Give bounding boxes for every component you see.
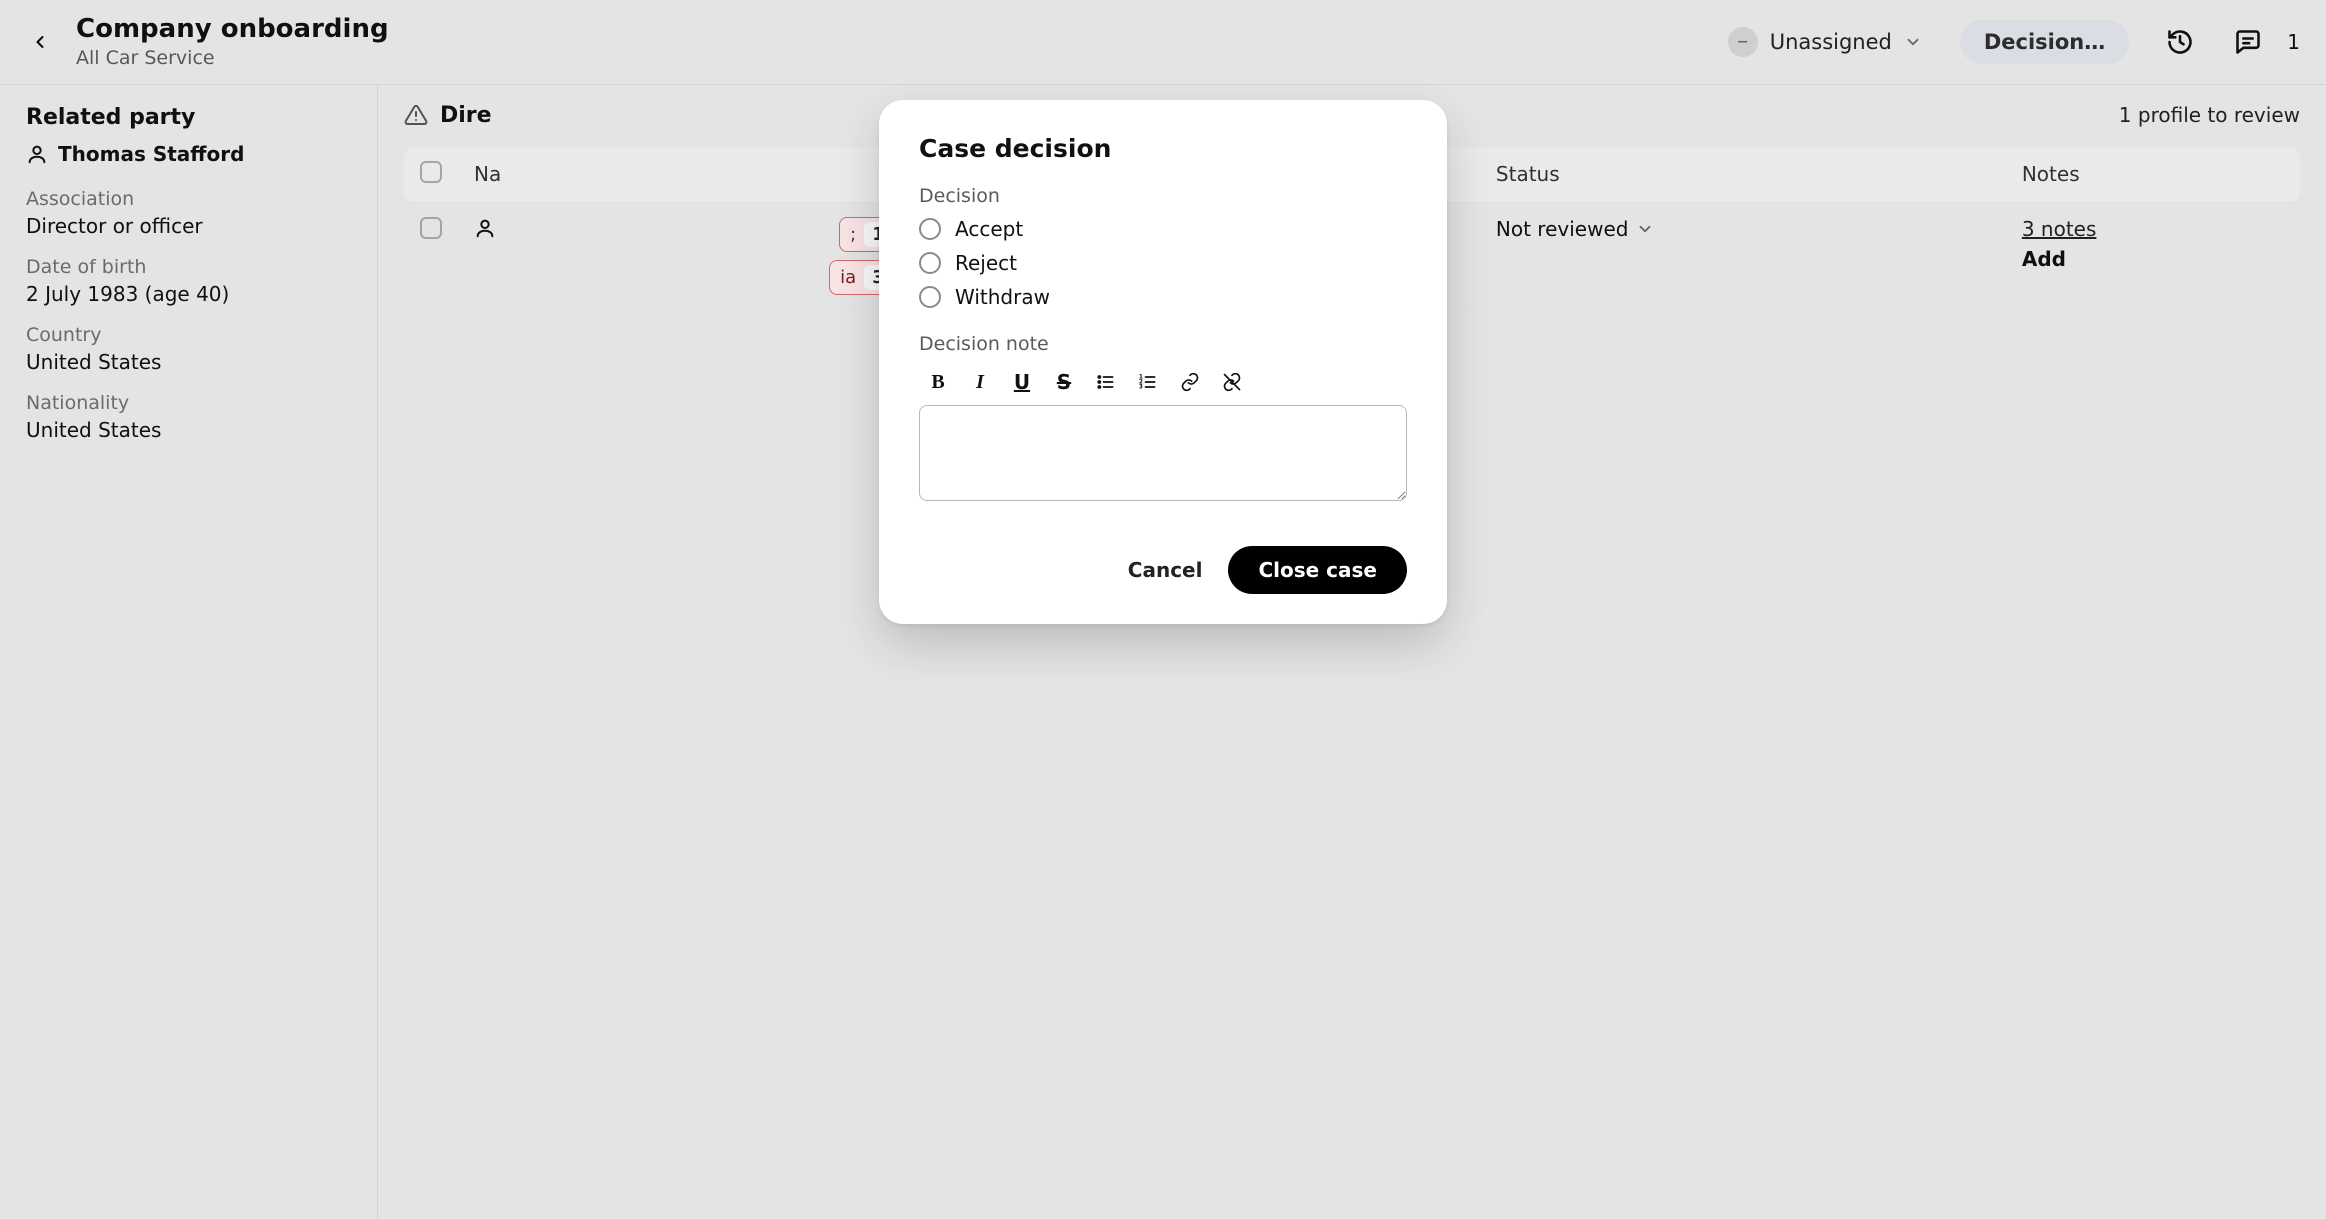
radio-accept[interactable]: Accept [919, 217, 1407, 241]
link-button[interactable] [1177, 369, 1203, 395]
link-icon [1180, 372, 1200, 392]
bulleted-list-button[interactable] [1093, 369, 1119, 395]
cancel-button[interactable]: Cancel [1128, 558, 1203, 582]
bold-button[interactable]: B [925, 369, 951, 395]
editor-toolbar: B I U S 123 [919, 365, 1407, 405]
svg-text:3: 3 [1139, 385, 1143, 391]
decision-note-input[interactable] [919, 405, 1407, 501]
radio-accept-label: Accept [955, 217, 1023, 241]
close-case-button[interactable]: Close case [1228, 546, 1407, 594]
radio-icon [919, 218, 941, 240]
decision-section-label: Decision [919, 185, 1407, 207]
note-section-label: Decision note [919, 333, 1407, 355]
unlink-icon [1222, 372, 1242, 392]
case-decision-modal: Case decision Decision Accept Reject Wit… [879, 100, 1447, 624]
underline-button[interactable]: U [1009, 369, 1035, 395]
modal-title: Case decision [919, 134, 1407, 163]
numbered-list-button[interactable]: 123 [1135, 369, 1161, 395]
italic-button[interactable]: I [967, 369, 993, 395]
radio-withdraw[interactable]: Withdraw [919, 285, 1407, 309]
bulleted-list-icon [1096, 372, 1116, 392]
modal-overlay: Case decision Decision Accept Reject Wit… [0, 0, 2326, 1218]
radio-reject[interactable]: Reject [919, 251, 1407, 275]
radio-reject-label: Reject [955, 251, 1017, 275]
numbered-list-icon: 123 [1138, 372, 1158, 392]
strikethrough-button[interactable]: S [1051, 369, 1077, 395]
unlink-button[interactable] [1219, 369, 1245, 395]
radio-icon [919, 286, 941, 308]
radio-icon [919, 252, 941, 274]
radio-withdraw-label: Withdraw [955, 285, 1050, 309]
